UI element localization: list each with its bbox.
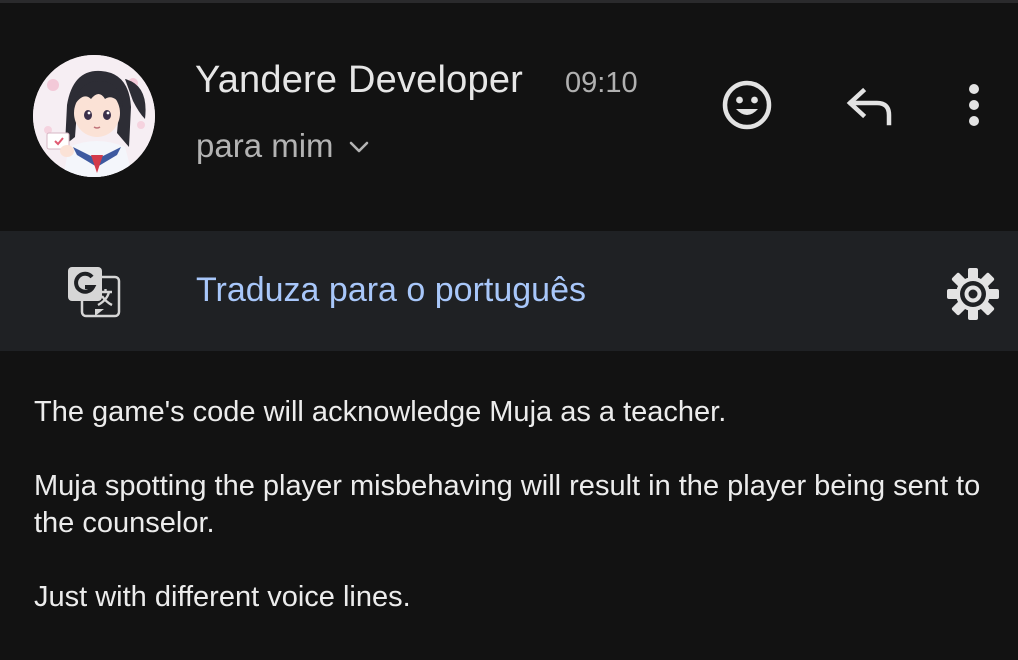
sender-name: Yandere Developer: [195, 59, 524, 101]
email-header: Yandere Developer 09:10 para mim: [0, 3, 1018, 231]
translate-settings-button[interactable]: [944, 265, 1002, 323]
message-body: The game's code will acknowledge Muja as…: [34, 394, 994, 653]
translate-bar: Traduza para o português: [0, 231, 1018, 351]
sender-avatar[interactable]: [33, 55, 155, 177]
add-reaction-button[interactable]: [717, 77, 777, 137]
gear-icon: [944, 268, 1002, 327]
more-options-button[interactable]: [952, 77, 996, 137]
smiley-face-icon: [720, 78, 774, 137]
translate-link[interactable]: Traduza para o português: [196, 271, 586, 310]
recipient-details-toggle[interactable]: para mim: [196, 127, 370, 165]
message-paragraph: The game's code will acknowledge Muja as…: [34, 396, 727, 428]
reply-button[interactable]: [840, 81, 900, 135]
reply-arrow-icon: [845, 85, 895, 132]
message-paragraph: Muja spotting the player misbehaving wil…: [34, 470, 981, 539]
email-timestamp: 09:10: [565, 67, 638, 99]
vertical-dots-icon: [967, 83, 981, 132]
google-translate-icon: [66, 265, 122, 319]
chevron-down-icon: [348, 140, 370, 159]
recipient-label: para mim: [196, 127, 334, 164]
message-paragraph: Just with different voice lines.: [34, 581, 411, 613]
